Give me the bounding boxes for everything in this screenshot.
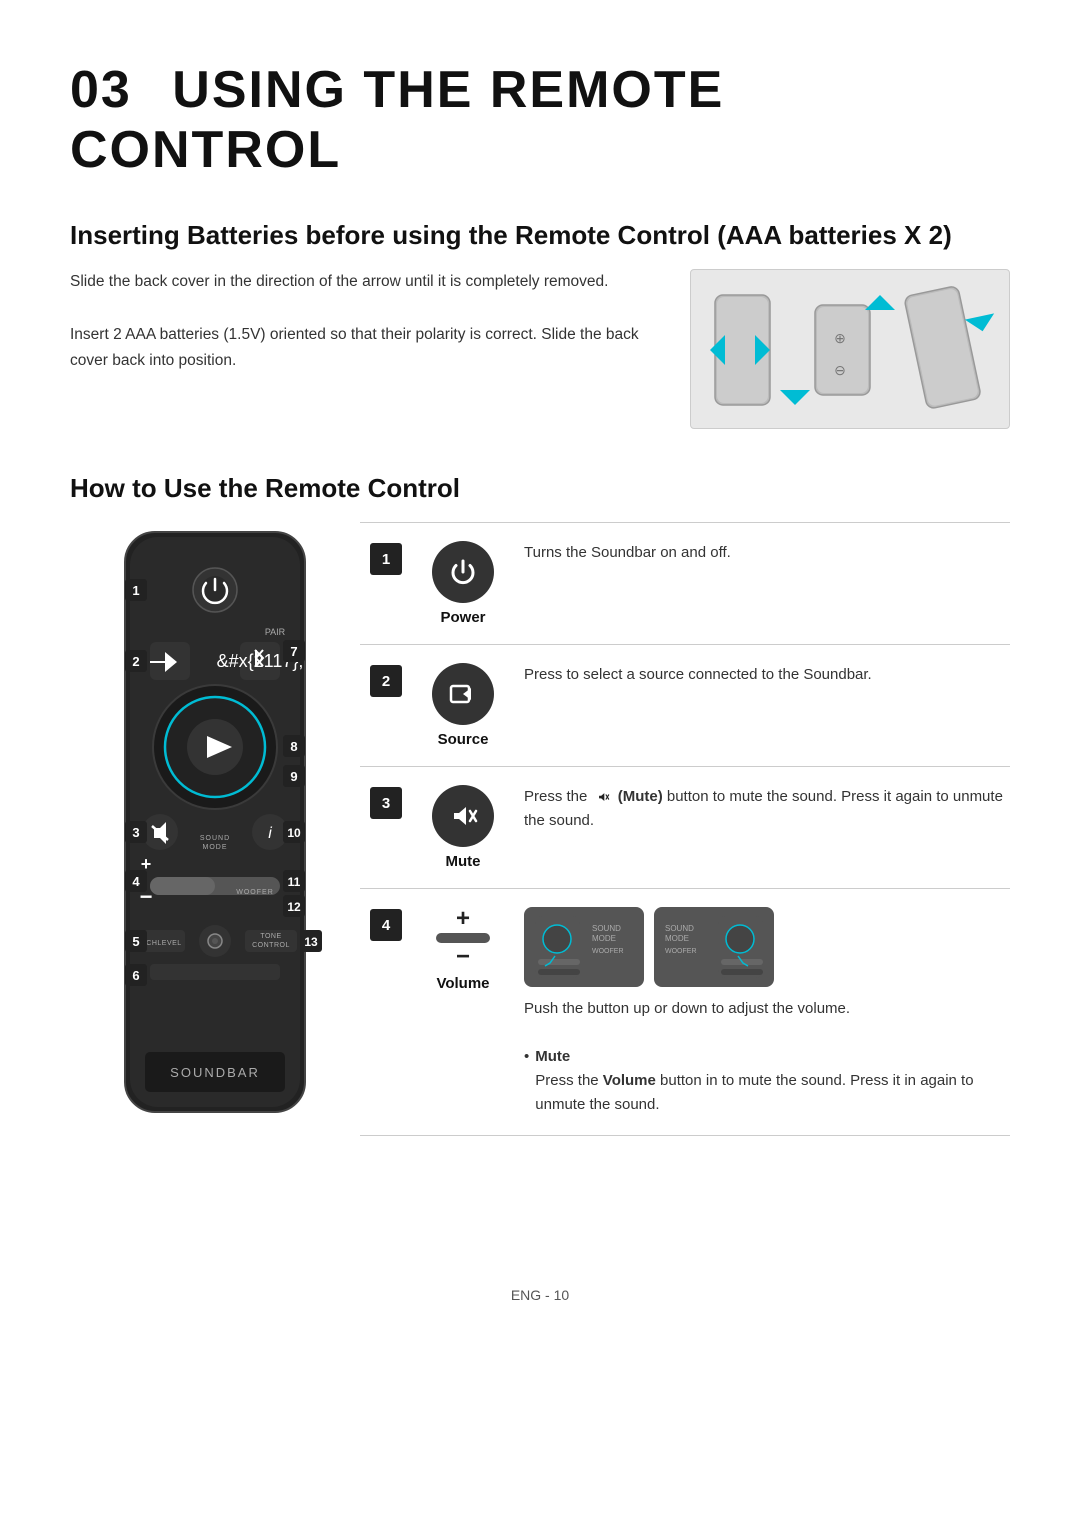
volume-desc-main: Push the button up or down to adjust the… [524,1000,850,1017]
svg-text:6: 6 [132,968,139,983]
power-icon-circle [432,541,494,603]
volume-bullet-title: Mute [535,1048,570,1065]
page-title: 03 USING THE REMOTE CONTROL [70,60,1010,180]
battery-text-1: Slide the back cover in the direction of… [70,269,650,295]
svg-text:SOUND: SOUND [665,924,694,933]
ctrl-icon-power: Power [418,541,508,626]
battery-text: Slide the back cover in the direction of… [70,269,650,374]
svg-text:11: 11 [288,875,301,889]
volume-label: Volume [436,975,489,992]
battery-text-2: Insert 2 AAA batteries (1.5V) oriented s… [70,322,650,375]
control-row-source: 2 Source Press to select a source connec… [360,645,1010,767]
svg-text:⊕: ⊕ [834,330,846,346]
svg-text:5: 5 [132,934,139,949]
volume-img-1: SOUND MODE WOOFER [524,907,644,987]
volume-desc: SOUND MODE WOOFER SOUND [524,907,1010,1117]
battery-illustration: ⊕ ⊖ [690,269,1010,429]
battery-svg: ⊕ ⊖ [705,275,995,423]
power-desc: Turns the Soundbar on and off. [524,541,1010,565]
remote-illustration: SOUNDBAR 1 2 &#x{2117}; PAIR [70,522,360,1227]
svg-text:7: 7 [290,644,297,659]
svg-text:9: 9 [290,769,297,784]
volume-icon: + − [436,907,490,969]
svg-text:8: 8 [290,739,297,754]
svg-text:SOUND: SOUND [592,924,621,933]
svg-text:1: 1 [132,583,139,598]
svg-text:MODE: MODE [665,934,689,943]
svg-text:4: 4 [132,874,140,889]
source-icon-circle [432,663,494,725]
svg-text:MODE: MODE [592,934,616,943]
svg-text:3: 3 [132,825,139,840]
ctrl-num-1: 1 [370,543,402,575]
svg-text:CHLEVEL: CHLEVEL [146,940,181,947]
ctrl-num-2: 2 [370,665,402,697]
ctrl-icon-mute: Mute [418,785,508,870]
ctrl-num-3: 3 [370,787,402,819]
mute-icon-circle [432,785,494,847]
controls-table: 1 Power Turns the Soundbar on and off. 2 [360,522,1010,1136]
volume-img-2: SOUND MODE WOOFER [654,907,774,987]
power-label: Power [440,609,485,626]
svg-text:MODE: MODE [203,844,228,851]
source-label: Source [438,731,489,748]
remote-svg: SOUNDBAR 1 2 &#x{2117}; PAIR [70,522,360,1222]
control-row-power: 1 Power Turns the Soundbar on and off. [360,523,1010,645]
battery-section: Slide the back cover in the direction of… [70,269,1010,429]
svg-text:i: i [268,825,272,842]
svg-text:10: 10 [287,826,301,840]
svg-text:SOUND: SOUND [200,835,230,842]
svg-text:WOOFER: WOOFER [665,948,697,955]
battery-section-heading: Inserting Batteries before using the Rem… [70,220,1010,251]
ctrl-icon-volume: + − Volume [418,907,508,992]
svg-text:13: 13 [304,935,318,949]
svg-text:CONTROL: CONTROL [252,942,290,949]
svg-text:⊖: ⊖ [834,362,846,378]
svg-text:SOUNDBAR: SOUNDBAR [170,1065,260,1080]
source-desc: Press to select a source connected to th… [524,663,1010,687]
volume-bar [436,933,490,943]
page-footer: ENG - 10 [70,1287,1010,1303]
svg-text:12: 12 [287,900,301,914]
svg-text:2: 2 [132,654,139,669]
mute-label: Mute [446,853,481,870]
control-row-mute: 3 Mute Press the (Mute) button to mute t… [360,767,1010,889]
svg-text:WOOFER: WOOFER [592,948,624,955]
mute-desc: Press the (Mute) button to mute the soun… [524,785,1010,833]
svg-text:WOOFER: WOOFER [236,889,274,896]
control-row-volume: 4 + − Volume [360,889,1010,1136]
how-to-heading: How to Use the Remote Control [70,473,1010,504]
ctrl-num-4: 4 [370,909,402,941]
how-to-content: SOUNDBAR 1 2 &#x{2117}; PAIR [70,522,1010,1227]
volume-images: SOUND MODE WOOFER SOUND [524,907,1010,987]
svg-text:PAIR: PAIR [265,627,286,637]
ctrl-icon-source: Source [418,663,508,748]
volume-bullet: Mute Press the Volume button in to mute … [524,1045,1010,1117]
svg-text:TONE: TONE [260,933,281,940]
